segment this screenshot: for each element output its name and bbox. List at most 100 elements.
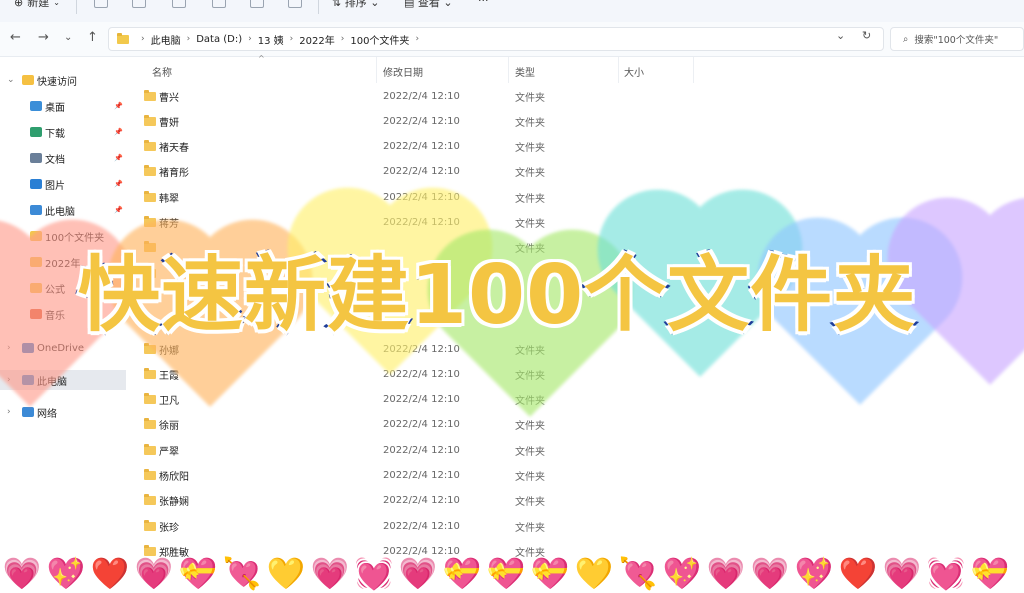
- folder-icon: [144, 89, 156, 101]
- sidebar-item[interactable]: ⌄ 快速访问: [0, 70, 126, 90]
- breadcrumb-separator: ›: [289, 34, 294, 44]
- folder-icon: [144, 494, 156, 506]
- folder-icon: [144, 190, 156, 202]
- sidebar-item[interactable]: 此电脑 📌: [0, 200, 126, 220]
- file-row[interactable]: 张珍 2022/2/4 12:10 文件夹: [126, 515, 1024, 537]
- file-modified: 2022/2/4 12:10: [383, 470, 460, 481]
- desktop-icon: [30, 101, 42, 111]
- recent-locations-button[interactable]: ⌄: [64, 31, 72, 45]
- file-modified: 2022/2/4 12:10: [383, 520, 460, 532]
- view-button[interactable]: ▤ 查看 ⌄: [404, 0, 453, 10]
- heart-emoji-icon: 💗: [2, 556, 42, 592]
- more-button[interactable]: ···: [478, 0, 489, 7]
- file-row[interactable]: 曹兴 2022/2/4 12:10 文件夹: [126, 85, 1024, 107]
- command-bar: ⊕ 新建 ⌄ ⇅ 排序 ⌄ ▤ 查看 ⌄ ···: [0, 0, 1024, 23]
- search-icon: ⌕: [903, 33, 909, 45]
- refresh-button[interactable]: ↻: [862, 29, 871, 42]
- network-icon: [22, 407, 34, 417]
- search-input[interactable]: ⌕ 搜索"100个文件夹": [890, 27, 1024, 51]
- folder-icon: [144, 367, 156, 379]
- heart-emoji-icon: 💗: [310, 556, 350, 592]
- new-button[interactable]: ⊕ 新建 ⌄: [14, 0, 60, 10]
- breadcrumb-item[interactable]: 100个文件夹: [350, 32, 409, 47]
- forward-button[interactable]: →: [38, 31, 49, 45]
- file-modified: 2022/2/4 12:10: [383, 444, 460, 456]
- file-type: 文件夹: [515, 193, 545, 205]
- sidebar-item[interactable]: 下载 📌: [0, 122, 126, 142]
- heart-emoji-icon: 💝: [442, 556, 482, 592]
- heart-emoji-icon: 💘: [618, 556, 658, 592]
- sidebar-item-label: 快速访问: [37, 76, 77, 88]
- breadcrumb-separator: ›: [186, 34, 191, 44]
- back-button[interactable]: ←: [10, 31, 21, 45]
- breadcrumb-item[interactable]: 此电脑: [151, 32, 181, 47]
- file-name: 褚天春: [159, 143, 189, 155]
- file-modified: 2022/2/4 12:10: [383, 419, 460, 431]
- pin-icon: 📌: [114, 206, 123, 214]
- heart-emoji-icon: 💖: [794, 556, 834, 592]
- column-header-size[interactable]: 大小: [624, 64, 644, 79]
- delete-icon[interactable]: [288, 0, 302, 8]
- file-modified: 2022/2/4 12:10: [383, 166, 460, 178]
- heart-emoji-icon: 💓: [926, 556, 966, 592]
- column-divider[interactable]: [508, 57, 509, 83]
- pin-icon: 📌: [114, 154, 123, 162]
- overlay-headline: 快速新建100个文件夹: [76, 246, 918, 346]
- up-button[interactable]: ↑: [87, 31, 98, 45]
- chevron-icon[interactable]: ›: [7, 407, 11, 417]
- column-header-type[interactable]: 类型: [515, 64, 535, 79]
- file-type: 文件夹: [515, 497, 545, 509]
- folder-icon: [144, 393, 156, 405]
- file-name: 曹兴: [159, 92, 179, 104]
- file-row[interactable]: 严翠 2022/2/4 12:10 文件夹: [126, 439, 1024, 461]
- paste-icon[interactable]: [172, 0, 186, 8]
- sidebar-item[interactable]: 桌面 📌: [0, 96, 126, 116]
- file-name: 张静娴: [159, 497, 189, 509]
- breadcrumb-item[interactable]: Data (D:): [196, 34, 242, 45]
- heart-emoji-icon: 💛: [574, 556, 614, 592]
- folder-icon: [144, 140, 156, 152]
- column-divider[interactable]: [376, 57, 377, 83]
- new-button-label: 新建: [27, 0, 50, 9]
- address-bar[interactable]: › 此电脑 › Data (D:) › 13 姨 › 2022年 › 100个文…: [108, 27, 884, 51]
- file-row[interactable]: 韩翠2022/2/4 12:10文件夹: [126, 186, 1024, 208]
- file-row[interactable]: 张静娴 2022/2/4 12:10 文件夹: [126, 490, 1024, 512]
- emoji-strip: 💗 💖 ❤️ 💗 💝 💘 💛 💗 💓 💗 💝 💝 💝 💛 💘 💖 💗 💗 💖 ❤️ 💗 💓 💝: [0, 556, 1024, 593]
- heart-emoji-icon: 💗: [706, 556, 746, 592]
- breadcrumb-separator: ›: [415, 34, 420, 44]
- file-modified: 2022/2/4 12:10: [383, 495, 460, 507]
- toolbar-divider: [318, 0, 319, 14]
- file-type: 文件夹: [515, 92, 545, 104]
- breadcrumb-item[interactable]: 13 姨: [258, 32, 284, 47]
- share-icon[interactable]: [250, 0, 264, 8]
- document-icon: [30, 153, 42, 163]
- heart-emoji-icon: 💝: [970, 556, 1010, 592]
- address-dropdown-button[interactable]: ⌄: [836, 29, 845, 42]
- cut-icon[interactable]: [94, 0, 108, 8]
- file-row[interactable]: 杨欣阳 2022/2/4 12:10 文件夹: [126, 465, 1024, 487]
- computer-icon: [30, 205, 42, 215]
- file-name: 韩翠: [159, 193, 179, 205]
- file-row[interactable]: 褚育彤 2022/2/4 12:10 文件夹: [126, 161, 1024, 183]
- rename-icon[interactable]: [212, 0, 226, 8]
- sidebar-item[interactable]: 图片 📌: [0, 174, 126, 194]
- copy-icon[interactable]: [132, 0, 146, 8]
- column-divider[interactable]: [618, 57, 619, 83]
- sort-ascending-icon: ^: [258, 54, 265, 63]
- folder-icon: [144, 165, 156, 177]
- file-row[interactable]: 卫凡2022/2/4 12:10文件夹: [126, 389, 1024, 411]
- file-name: 卫凡: [159, 396, 179, 408]
- column-header-name[interactable]: 名称: [152, 64, 172, 79]
- sidebar-item[interactable]: › 网络: [0, 402, 126, 422]
- file-type: 文件夹: [515, 117, 545, 129]
- file-row[interactable]: 徐丽 2022/2/4 12:10 文件夹: [126, 414, 1024, 436]
- sort-button[interactable]: ⇅ 排序 ⌄: [332, 0, 379, 10]
- column-header-modified[interactable]: 修改日期: [383, 64, 423, 79]
- column-divider[interactable]: [693, 57, 694, 83]
- chevron-icon[interactable]: ⌄: [7, 75, 15, 85]
- file-row[interactable]: 曹妍 2022/2/4 12:10 文件夹: [126, 110, 1024, 132]
- sidebar-item[interactable]: 文档 📌: [0, 148, 126, 168]
- breadcrumb-item[interactable]: 2022年: [299, 32, 334, 47]
- file-row[interactable]: 褚天春 2022/2/4 12:10 文件夹: [126, 136, 1024, 158]
- pin-icon: 📌: [114, 128, 123, 136]
